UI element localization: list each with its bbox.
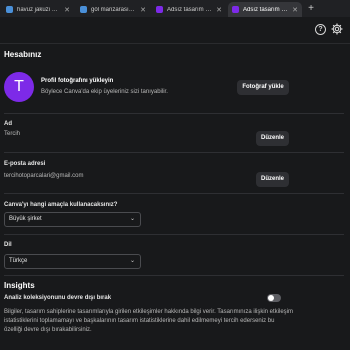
divider xyxy=(4,193,344,194)
favicon-icon xyxy=(156,6,163,13)
tab-title: Adsız tasarım - Mob... xyxy=(167,6,212,13)
language-label: Dil xyxy=(4,242,12,248)
favicon-icon xyxy=(80,6,87,13)
gear-icon[interactable] xyxy=(331,23,343,35)
browser-tab[interactable]: göl manzarası kafe... ✕ xyxy=(76,2,150,17)
tab-title: havuz jakuzi korbe... xyxy=(17,6,61,13)
help-icon[interactable]: ? xyxy=(315,24,326,35)
page-title: Hesabınız xyxy=(4,50,42,59)
insights-description: Bilgiler, tasarım sahiplerine tasarımlar… xyxy=(4,309,293,333)
insights-toggle-label: Analiz koleksiyonunu devre dışı bırak xyxy=(4,295,112,301)
tab-title: Adsız tasarım - 108... xyxy=(243,6,289,13)
usage-select-value: Büyük şirket xyxy=(9,216,42,222)
divider xyxy=(4,275,344,276)
photo-title: Profil fotoğrafını yükleyin xyxy=(41,78,114,84)
favicon-icon xyxy=(232,6,239,13)
close-icon[interactable]: ✕ xyxy=(216,6,222,14)
browser-tab-bar: havuz jakuzi korbe... ✕ göl manzarası ka… xyxy=(0,0,350,17)
insights-title: Insights xyxy=(4,281,35,290)
new-tab-button[interactable]: + xyxy=(305,3,317,15)
name-label: Ad xyxy=(4,121,12,127)
close-icon[interactable]: ✕ xyxy=(64,6,70,14)
usage-select[interactable]: Büyük şirket ⌄ xyxy=(4,212,141,227)
insights-toggle[interactable] xyxy=(267,294,281,302)
divider xyxy=(4,234,344,235)
photo-description: Böylece Canva'da ekip üyeleriniz sizi ta… xyxy=(41,89,168,95)
app-header: ? xyxy=(0,17,350,44)
browser-tab-active[interactable]: Adsız tasarım - 108... ✕ xyxy=(228,2,302,17)
favicon-icon xyxy=(6,6,13,13)
email-value: tercihotoparcalari@gmail.com xyxy=(4,173,84,179)
close-icon[interactable]: ✕ xyxy=(292,6,298,14)
toggle-knob xyxy=(268,295,274,301)
upload-photo-button[interactable]: Fotoğraf yükle xyxy=(237,80,289,95)
chevron-down-icon: ⌄ xyxy=(129,216,135,222)
divider xyxy=(4,113,344,114)
browser-tab[interactable]: havuz jakuzi korbe... ✕ xyxy=(2,2,74,17)
email-label: E-posta adresi xyxy=(4,161,46,167)
language-select[interactable]: Türkçe ⌄ xyxy=(4,254,141,269)
browser-tab[interactable]: Adsız tasarım - Mob... ✕ xyxy=(152,2,226,17)
usage-label: Canva'yı hangi amaçla kullanacaksınız? xyxy=(4,202,118,208)
close-icon[interactable]: ✕ xyxy=(140,6,146,14)
edit-email-button[interactable]: Düzenle xyxy=(256,172,289,187)
edit-name-button[interactable]: Düzenle xyxy=(256,131,289,146)
avatar[interactable]: T xyxy=(4,72,34,102)
tab-title: göl manzarası kafe... xyxy=(91,6,136,13)
chevron-down-icon: ⌄ xyxy=(129,258,135,264)
name-value: Tercih xyxy=(4,131,21,137)
language-select-value: Türkçe xyxy=(9,258,28,264)
divider xyxy=(4,152,344,153)
